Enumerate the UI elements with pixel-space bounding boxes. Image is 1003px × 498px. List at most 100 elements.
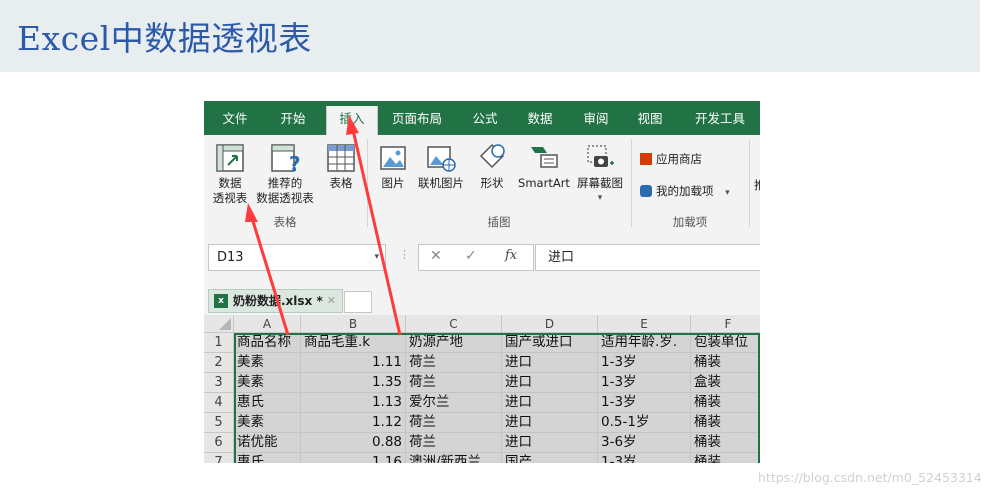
smartart-button[interactable]: SmartArt — [515, 143, 573, 191]
table-cell[interactable]: 1-3岁 — [598, 393, 691, 413]
table-cell[interactable]: 桶装 — [691, 453, 760, 463]
row-header[interactable]: 2 — [204, 353, 234, 373]
table-cell[interactable]: 商品毛重.k — [301, 333, 406, 353]
table-cell[interactable]: 桶装 — [691, 353, 760, 373]
cancel-icon[interactable]: ✕ — [430, 248, 442, 264]
table-cell[interactable]: 1.35 — [301, 373, 406, 393]
tab-review[interactable]: 审阅 — [573, 101, 619, 135]
column-header[interactable]: D — [502, 315, 598, 333]
table-cell[interactable]: 美素 — [234, 413, 301, 433]
name-box[interactable]: D13 ▾ — [208, 244, 386, 271]
spreadsheet-grid: A B C D E F 1 商品名称 商品毛重.k 奶源产地 国产或进口 适用年龄.岁. 包装单位 2 美素… — [204, 315, 760, 463]
table-cell[interactable]: 惠氏 — [234, 453, 301, 463]
row-header[interactable]: 7 — [204, 453, 234, 463]
table-cell[interactable]: 1-3岁 — [598, 373, 691, 393]
table-cell[interactable]: 爱尔兰 — [406, 393, 502, 413]
column-header[interactable]: E — [598, 315, 691, 333]
table-cell[interactable]: 1-3岁 — [598, 453, 691, 463]
formula-input[interactable]: 进口 — [535, 244, 760, 271]
slide-header: Excel中数据透视表 — [0, 0, 980, 72]
my-addins-button[interactable]: 我的加载项 ▾ — [640, 183, 730, 199]
column-header[interactable]: C — [406, 315, 502, 333]
tab-view[interactable]: 视图 — [627, 101, 673, 135]
pivot-table-button[interactable]: 数据 透视表 — [208, 143, 252, 206]
table-cell[interactable]: 1-3岁 — [598, 353, 691, 373]
table-cell[interactable]: 奶源产地 — [406, 333, 502, 353]
recommended-pivot-button[interactable]: ? 推荐的 数据透视表 — [252, 143, 318, 206]
table-cell[interactable]: 包装单位 — [691, 333, 760, 353]
new-tab-button[interactable] — [344, 291, 372, 313]
table-cell[interactable]: 国产或进口 — [502, 333, 598, 353]
table-cell[interactable]: 进口 — [502, 373, 598, 393]
table-cell[interactable]: 1.12 — [301, 413, 406, 433]
partial-ribbon-button[interactable]: 推 — [754, 177, 760, 193]
table-cell[interactable]: 荷兰 — [406, 433, 502, 453]
tab-home[interactable]: 开始 — [270, 101, 316, 135]
table-cell[interactable]: 澳洲/新西兰 — [406, 453, 502, 463]
row-header[interactable]: 5 — [204, 413, 234, 433]
close-tab-icon[interactable]: ✕ — [327, 290, 336, 312]
tab-formulas[interactable]: 公式 — [462, 101, 508, 135]
table-cell[interactable]: 适用年龄.岁. — [598, 333, 691, 353]
table-cell[interactable]: 荷兰 — [406, 413, 502, 433]
table-cell[interactable]: 惠氏 — [234, 393, 301, 413]
addins-dropdown-icon[interactable]: ▾ — [725, 188, 730, 198]
table-cell[interactable]: 诺优能 — [234, 433, 301, 453]
table-cell[interactable]: 美素 — [234, 373, 301, 393]
table-cell[interactable]: 荷兰 — [406, 373, 502, 393]
tab-insert[interactable]: 插入 — [326, 106, 378, 135]
table-cell[interactable]: 国产 — [502, 453, 598, 463]
column-header[interactable]: A — [234, 315, 301, 333]
recommended-pivot-label-2: 数据透视表 — [256, 191, 314, 205]
table-cell[interactable]: 3-6岁 — [598, 433, 691, 453]
group-separator — [749, 139, 750, 227]
online-picture-button[interactable]: 联机图片 — [414, 143, 468, 191]
screenshot-dropdown-icon[interactable]: ▾ — [574, 191, 626, 206]
shapes-button[interactable]: 形状 — [474, 143, 510, 191]
tab-data[interactable]: 数据 — [517, 101, 563, 135]
table-cell[interactable]: 进口 — [502, 393, 598, 413]
row-header[interactable]: 4 — [204, 393, 234, 413]
screenshot-label: 屏幕截图 — [577, 176, 623, 190]
shapes-icon — [479, 143, 505, 169]
table-cell[interactable]: 商品名称 — [234, 333, 301, 353]
table-cell[interactable]: 盒装 — [691, 373, 760, 393]
picture-button[interactable]: 图片 — [376, 143, 410, 191]
recommended-pivot-label-1: 推荐的 — [267, 176, 303, 190]
select-all-corner[interactable] — [204, 315, 234, 333]
table-button[interactable]: 表格 — [324, 143, 358, 191]
watermark: https://blog.csdn.net/m0_52453314 — [758, 470, 982, 485]
table-cell[interactable]: 桶装 — [691, 413, 760, 433]
table-cell[interactable]: 1.16 — [301, 453, 406, 463]
row-header[interactable]: 6 — [204, 433, 234, 453]
column-header[interactable]: F — [691, 315, 760, 333]
column-header[interactable]: B — [301, 315, 406, 333]
table-cell[interactable]: 美素 — [234, 353, 301, 373]
online-picture-icon — [427, 146, 456, 172]
screenshot-button[interactable]: 屏幕截图 ▾ — [574, 143, 626, 206]
table-cell[interactable]: 进口 — [502, 353, 598, 373]
table-cell[interactable]: 荷兰 — [406, 353, 502, 373]
store-icon — [640, 153, 652, 165]
shapes-label: 形状 — [480, 176, 504, 190]
table-cell[interactable]: 进口 — [502, 433, 598, 453]
tab-file[interactable]: 文件 — [212, 101, 258, 135]
table-cell[interactable]: 桶装 — [691, 393, 760, 413]
table-cell[interactable]: 进口 — [502, 413, 598, 433]
table-cell[interactable]: 1.13 — [301, 393, 406, 413]
row-header[interactable]: 1 — [204, 333, 234, 353]
insert-function-icon[interactable]: fx — [505, 248, 517, 263]
table-cell[interactable]: 桶装 — [691, 433, 760, 453]
tab-developer[interactable]: 开发工具 — [686, 101, 754, 135]
table-cell[interactable]: 0.5-1岁 — [598, 413, 691, 433]
workbook-tab[interactable]: x 奶粉数据.xlsx * ✕ — [208, 289, 343, 313]
addins-icon — [640, 185, 652, 197]
pivot-table-icon — [216, 144, 244, 172]
name-box-dropdown-icon[interactable]: ▾ — [374, 245, 379, 270]
table-cell[interactable]: 0.88 — [301, 433, 406, 453]
enter-icon[interactable]: ✓ — [465, 248, 477, 264]
app-store-button[interactable]: 应用商店 — [640, 151, 702, 167]
table-cell[interactable]: 1.11 — [301, 353, 406, 373]
tab-page-layout[interactable]: 页面布局 — [386, 101, 448, 135]
row-header[interactable]: 3 — [204, 373, 234, 393]
